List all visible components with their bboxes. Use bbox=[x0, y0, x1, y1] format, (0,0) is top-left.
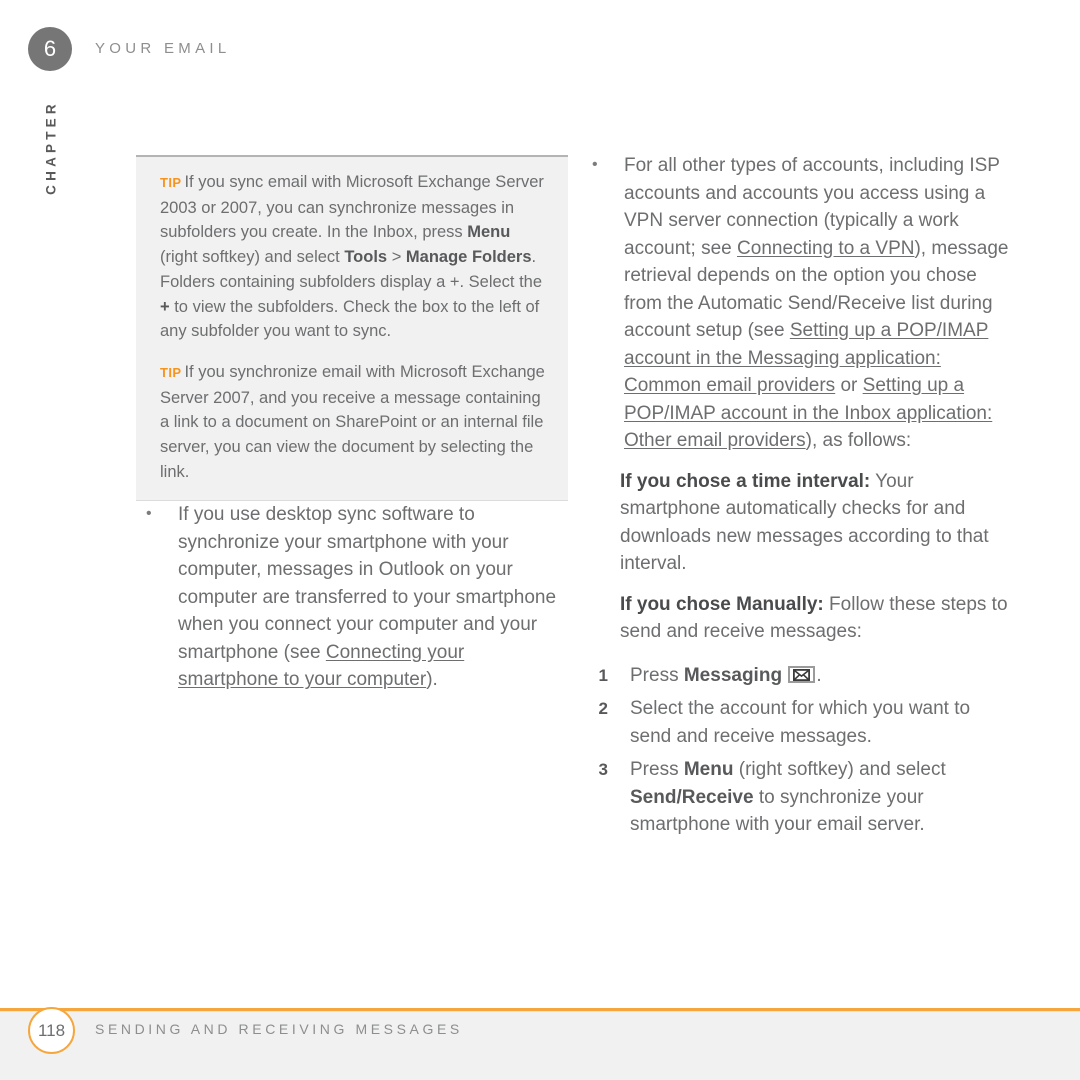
tip-box: TIP If you sync email with Microsoft Exch… bbox=[136, 155, 568, 502]
bold-term: Tools bbox=[344, 248, 388, 267]
left-bullet-list: If you use desktop sync software to sync… bbox=[136, 500, 568, 694]
chapter-number-badge: 6 bbox=[28, 27, 72, 71]
bold-term: Send/Receive bbox=[630, 786, 754, 808]
bold-term: Manage Folders bbox=[405, 248, 532, 267]
tip-paragraph-2: TIP If you synchronize email with Microso… bbox=[160, 362, 545, 481]
list-item: For all other types of accounts, includi… bbox=[582, 151, 1010, 455]
tip-label: TIP bbox=[160, 175, 182, 190]
right-column: For all other types of accounts, includi… bbox=[582, 151, 1010, 839]
bold-term: Messaging bbox=[683, 664, 783, 686]
list-item: If you use desktop sync software to sync… bbox=[136, 500, 568, 694]
sub-paragraph-lead: If you chose Manually: bbox=[620, 593, 824, 615]
step-item: Press Messaging . bbox=[592, 662, 822, 689]
right-bullet-list: For all other types of accounts, includi… bbox=[582, 151, 1010, 455]
footer-section-title: SENDING AND RECEIVING MESSAGES bbox=[95, 1021, 463, 1037]
bold-term: Menu bbox=[467, 223, 511, 242]
sub-paragraph-manually: If you chose Manually: Follow these step… bbox=[620, 591, 1010, 646]
cross-reference-link[interactable]: Connecting your smartphone to your compu… bbox=[178, 642, 464, 691]
envelope-key-icon bbox=[788, 665, 816, 683]
cross-reference-link[interactable]: Connecting to a VPN bbox=[737, 238, 914, 259]
step-item: Select the account for which you want to… bbox=[592, 695, 971, 747]
sub-paragraph-time-interval: If you chose a time interval: Your smart… bbox=[620, 468, 1010, 578]
left-column: TIP If you sync email with Microsoft Exch… bbox=[136, 155, 568, 694]
numbered-steps-list: Press Messaging . Select the account for… bbox=[582, 662, 1010, 839]
running-head-title: YOUR EMAIL bbox=[95, 40, 231, 57]
page-number-badge: 118 bbox=[28, 1007, 75, 1054]
step-item: Press Menu (right softkey) and select Se… bbox=[592, 756, 946, 835]
tip-label: TIP bbox=[160, 364, 182, 380]
bold-term: Menu bbox=[683, 759, 734, 780]
chapter-vertical-label: CHAPTER bbox=[43, 100, 59, 195]
bold-term: + bbox=[160, 297, 170, 316]
sub-paragraph-lead: If you chose a time interval: bbox=[620, 470, 871, 492]
tip-paragraph-1: TIP If you sync email with Microsoft Exch… bbox=[160, 173, 544, 341]
